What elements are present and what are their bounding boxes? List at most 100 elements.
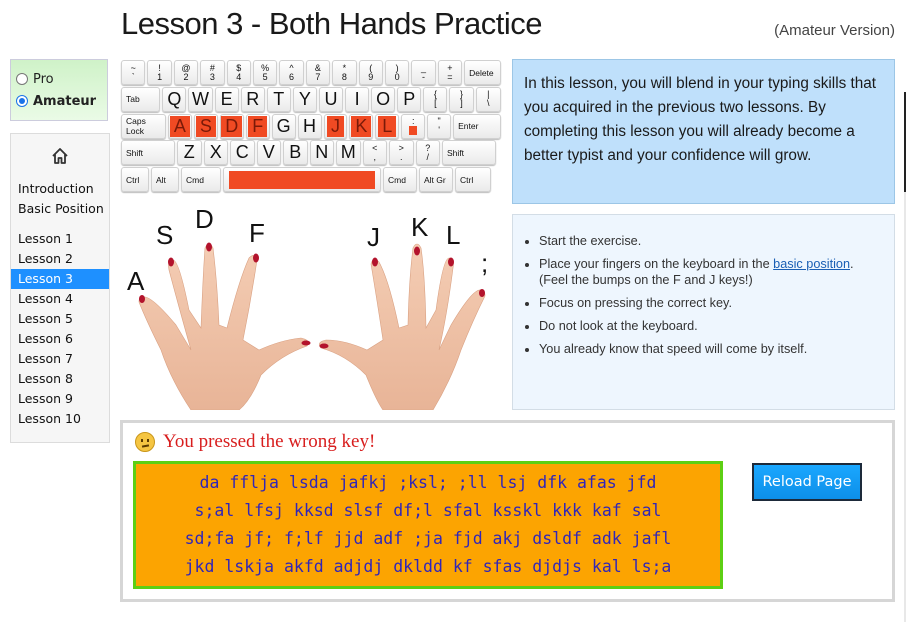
key-g: G <box>271 113 296 139</box>
key-bracket-1: }] <box>449 86 474 112</box>
key-a: A <box>167 113 192 139</box>
home-icon[interactable] <box>11 146 109 170</box>
key-9: (9 <box>358 60 383 85</box>
page-title: Lesson 3 - Both Hands Practice <box>121 6 542 41</box>
key-punct-1: >. <box>389 140 414 166</box>
text-line: jkd lskja akfd adjdj dkldd kf sfas djdjs… <box>184 557 672 576</box>
sidebar-item-lesson-9[interactable]: Lesson 9 <box>11 389 109 409</box>
typing-text-area[interactable]: da fflja lsda jafkj ;ksl; ;ll lsj dfk af… <box>133 461 723 589</box>
key-v: V <box>256 140 281 166</box>
key-f: F <box>245 113 270 139</box>
key-alt: Alt <box>151 167 179 193</box>
key-u: U <box>318 86 344 112</box>
key-delete: Delete <box>464 60 501 85</box>
sidebar-item-lesson-10[interactable]: Lesson 10 <box>11 409 109 429</box>
keyboard-row: Ctrl Alt Cmd Cmd Alt Gr Ctrl <box>121 167 503 193</box>
radio-button-checked[interactable] <box>16 95 28 107</box>
right-hand <box>319 243 486 411</box>
key-space <box>223 167 381 193</box>
key-12: + = <box>437 60 463 85</box>
key-right-2: Ctrl <box>455 167 491 193</box>
sidebar-item-lesson-3[interactable]: Lesson 3 <box>11 269 109 289</box>
radio-amateur[interactable]: Amateur <box>16 90 107 112</box>
key-i: I <box>345 86 370 112</box>
sidebar-item-lesson-7[interactable]: Lesson 7 <box>11 349 109 369</box>
tip-item: Focus on pressing the correct key. <box>539 295 884 311</box>
key-2: @2 <box>173 60 199 85</box>
sidebar-item-lesson-5[interactable]: Lesson 5 <box>11 309 109 329</box>
key-7: & 7 <box>305 60 331 85</box>
keyboard-row: Tab Q W E R T Y U I O P{[}] | \ <box>121 86 503 112</box>
mode-selector: Pro Amateur <box>10 59 108 121</box>
key-w: W <box>188 86 213 112</box>
finger-label-s: S <box>156 220 173 250</box>
text-line: sd;fa jf; f;lf jjd adf ;ja fjd akj dsldf… <box>184 529 672 548</box>
key-5: % 5 <box>252 60 278 85</box>
sidebar-item-lesson-6[interactable]: Lesson 6 <box>11 329 109 349</box>
key-bracket-0: {[ <box>423 86 448 112</box>
finger-label-a: A <box>127 266 145 296</box>
tip-item: Do not look at the keyboard. <box>539 318 884 334</box>
tip-item: Start the exercise. <box>539 233 884 249</box>
confused-face-icon <box>135 432 155 452</box>
radio-button[interactable] <box>16 73 28 85</box>
key-n: N <box>309 140 334 166</box>
key-right-1: Alt Gr <box>419 167 453 193</box>
radio-pro[interactable]: Pro <box>16 68 107 90</box>
key-1: ! 1 <box>147 60 172 85</box>
sidebar-item-lesson-4[interactable]: Lesson 4 <box>11 289 109 309</box>
keyboard-row: Caps Lock A S D F G H J K L: " ' Enter <box>121 113 503 139</box>
key-cmd: Cmd <box>181 167 221 193</box>
scrollbar[interactable] <box>904 92 906 622</box>
keyboard-row: ~ `! 1 @2 #3 $4% 5 ^ 6 & 7 * 8(9) 0 _ - + = Delete <box>121 60 503 85</box>
sidebar-item-lesson-1[interactable]: Lesson 1 <box>11 229 109 249</box>
tip-item: You already know that speed will come by… <box>539 341 884 357</box>
finger-label-d: D <box>195 204 214 234</box>
scrollbar-thumb[interactable] <box>904 92 906 192</box>
key-shift-left: Shift <box>121 140 175 166</box>
key-0: ~ ` <box>121 60 146 85</box>
sidebar-item-lesson-8[interactable]: Lesson 8 <box>11 369 109 389</box>
key-q: Q <box>162 86 187 112</box>
tips-panel: Start the exercise. Place your fingers o… <box>512 214 895 410</box>
sidebar-item-lesson-2[interactable]: Lesson 2 <box>11 249 109 269</box>
exercise-panel: You pressed the wrong key! da fflja lsda… <box>120 420 895 602</box>
finger-label-j: J <box>367 222 380 252</box>
key-s: S <box>193 113 218 139</box>
basic-position-link[interactable]: basic position <box>773 257 850 271</box>
key-t: T <box>266 86 291 112</box>
key-bracket-2: | \ <box>475 86 502 112</box>
left-hand <box>138 243 309 411</box>
lesson-intro: In this lesson, you will blend in your t… <box>512 59 895 204</box>
key-e: E <box>214 86 239 112</box>
key-k: K <box>349 113 374 139</box>
keyboard-row: Shift Z X C V B N M <, >.? / Shift <box>121 140 503 166</box>
finger-label-semicolon: ; <box>481 248 488 278</box>
key-10: ) 0 <box>384 60 410 85</box>
status-message: You pressed the wrong key! <box>135 431 375 453</box>
key-11: _ - <box>411 60 436 85</box>
hands-image: A S D F J K L ; <box>121 200 503 411</box>
version-label: (Amateur Version) <box>774 22 895 39</box>
key-j: J <box>323 113 348 139</box>
key-tab: Tab <box>121 86 161 112</box>
text-line: da fflja lsda jafkj ;ksl; ;ll lsj dfk af… <box>199 473 657 492</box>
key-quote: " ' <box>427 113 452 139</box>
key-6: ^ 6 <box>279 60 304 85</box>
key-r: R <box>240 86 265 112</box>
key-x: X <box>203 140 228 166</box>
text-line: s;al lfsj kksd slsf df;l sfal ksskl kkk … <box>194 501 662 520</box>
key-semicolon: : <box>401 113 426 139</box>
reload-page-button[interactable]: Reload Page <box>752 463 862 501</box>
key-ctrl: Ctrl <box>121 167 149 193</box>
key-z: Z <box>177 140 202 166</box>
key-enter: Enter <box>453 113 501 139</box>
sidebar-item-basic-position[interactable]: Basic Position <box>11 199 109 219</box>
sidebar-item-introduction[interactable]: Introduction <box>11 179 109 199</box>
key-p: P <box>397 86 422 112</box>
key-caps-lock: Caps Lock <box>121 113 166 139</box>
key-c: C <box>230 140 255 166</box>
key-punct-2: ? / <box>415 140 440 166</box>
finger-label-f: F <box>249 218 265 248</box>
key-right-0: Cmd <box>383 167 417 193</box>
